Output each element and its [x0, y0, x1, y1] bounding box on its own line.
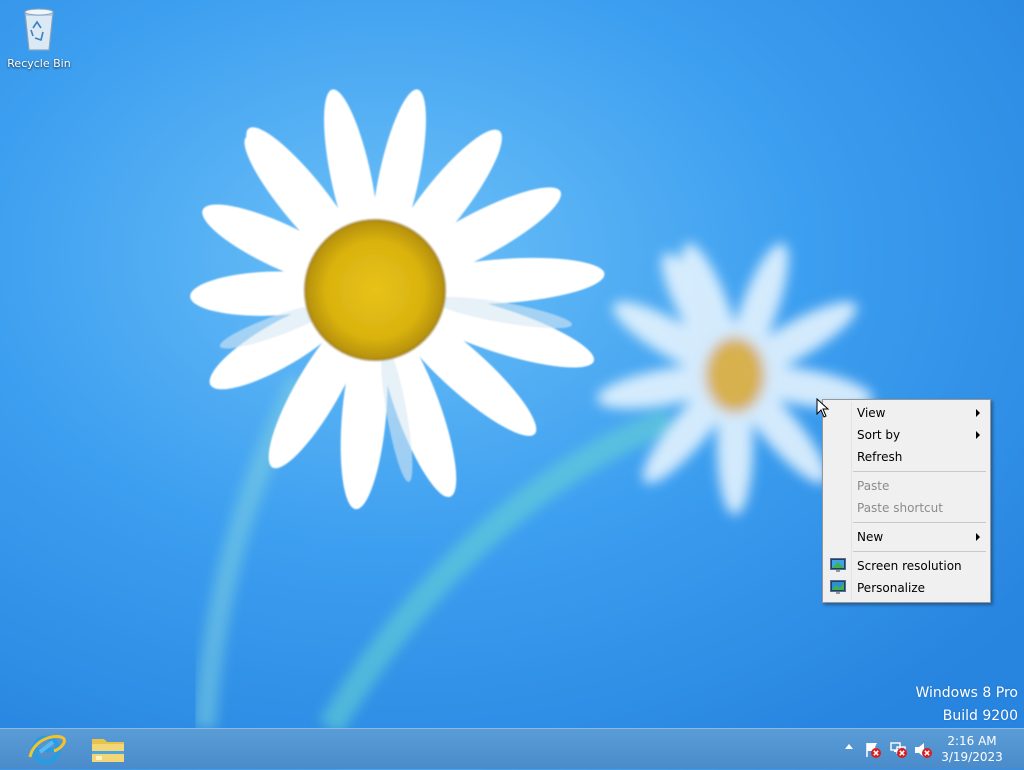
menu-item-screen-resolution[interactable]: Screen resolution: [825, 555, 988, 577]
menu-separator: [853, 522, 986, 523]
menu-item-label: Paste shortcut: [857, 501, 943, 515]
taskbar: 2:16 AM 3/19/2023: [0, 728, 1024, 769]
submenu-arrow-icon: [976, 431, 980, 439]
menu-item-new[interactable]: New: [825, 526, 988, 548]
recycle-bin-label: Recycle Bin: [7, 57, 71, 70]
desktop[interactable]: Recycle Bin Windows 8 Pro Build 9200 Vie…: [0, 0, 1024, 728]
daisy-wallpaper: [0, 0, 1024, 728]
menu-item-label: New: [857, 530, 884, 544]
file-explorer-icon: [92, 739, 124, 762]
volume-muted-icon[interactable]: [914, 741, 932, 759]
menu-item-personalize[interactable]: Personalize: [825, 577, 988, 599]
screen-resolution-icon: [830, 558, 846, 572]
clock-time: 2:16 AM: [947, 734, 997, 748]
show-hidden-icons-chevron-icon[interactable]: [845, 744, 853, 749]
desktop-context-menu: View Sort by Refresh Paste Paste shortcu…: [822, 399, 991, 603]
internet-explorer-icon: [28, 734, 66, 765]
menu-item-label: Paste: [857, 479, 890, 493]
menu-item-label: Personalize: [857, 581, 926, 595]
clock-date: 3/19/2023: [941, 750, 1003, 764]
menu-separator: [853, 471, 986, 472]
personalize-icon: [830, 580, 846, 594]
menu-item-paste[interactable]: Paste: [825, 475, 988, 497]
menu-item-view[interactable]: View: [825, 402, 988, 424]
menu-item-paste-shortcut[interactable]: Paste shortcut: [825, 497, 988, 519]
menu-item-label: Screen resolution: [857, 559, 962, 573]
windows-build-watermark: Build 9200: [942, 708, 1018, 724]
mouse-pointer-icon: [816, 398, 830, 418]
recycle-bin-icon: [24, 8, 54, 51]
taskbar-clock[interactable]: 2:16 AM 3/19/2023: [940, 733, 1004, 765]
menu-item-sort-by[interactable]: Sort by: [825, 424, 988, 446]
menu-item-label: View: [857, 406, 886, 420]
submenu-arrow-icon: [976, 409, 980, 417]
taskbar-internet-explorer[interactable]: [20, 731, 72, 767]
menu-item-label: Sort by: [857, 428, 901, 442]
recycle-bin-shortcut[interactable]: Recycle Bin: [4, 6, 74, 70]
windows-edition-watermark: Windows 8 Pro: [915, 685, 1018, 701]
menu-separator: [853, 551, 986, 552]
action-center-flag-icon[interactable]: [864, 741, 882, 759]
network-disconnected-icon[interactable]: [890, 741, 908, 759]
taskbar-file-explorer[interactable]: [82, 731, 134, 767]
menu-item-refresh[interactable]: Refresh: [825, 446, 988, 468]
menu-item-label: Refresh: [857, 450, 903, 464]
submenu-arrow-icon: [976, 533, 980, 541]
